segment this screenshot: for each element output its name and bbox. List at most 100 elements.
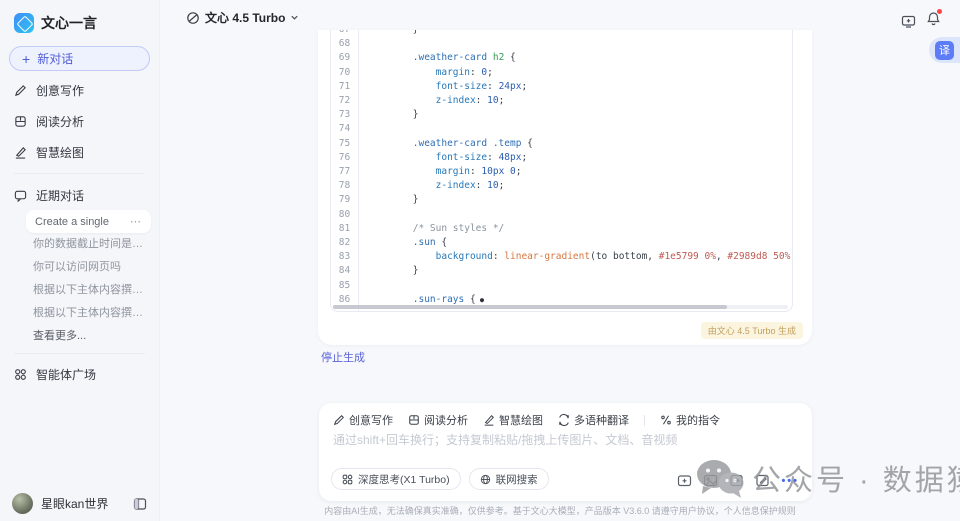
brush-icon xyxy=(484,414,495,426)
globe-icon xyxy=(480,474,490,484)
folder-plus-icon xyxy=(678,475,692,487)
more-options-icon[interactable]: ⋯ xyxy=(130,215,142,228)
collapse-sidebar-icon[interactable] xyxy=(133,497,147,511)
tab-creative-writing[interactable]: 创意写作 xyxy=(333,412,393,428)
upload-file-button[interactable] xyxy=(677,473,692,488)
composer-toolbar: 创意写作 阅读分析 智慧绘图 多语种翻译 我的指令 xyxy=(333,412,720,428)
code-line: 83 background: linear-gradient(to bottom… xyxy=(338,251,792,263)
sidebar-item-agent-plaza[interactable]: 智能体广场 xyxy=(0,359,159,390)
sidebar-item-creative-writing[interactable]: 创意写作 xyxy=(0,75,159,106)
document-icon xyxy=(409,415,419,425)
image-icon xyxy=(704,474,718,487)
stop-generating-button[interactable]: 停止生成 xyxy=(321,349,365,365)
sidebar-item-label: 创意写作 xyxy=(36,84,85,98)
model-icon xyxy=(187,11,199,24)
tab-smart-drawing[interactable]: 智慧绘图 xyxy=(483,412,543,428)
topbar-icons xyxy=(901,9,942,31)
code-line: 72 z-index: 10; xyxy=(338,95,505,107)
code-line: 76 font-size: 48px; xyxy=(338,151,528,163)
recent-conversations-header: 近期对话 xyxy=(0,179,159,208)
horizontal-scrollbar-thumb[interactable] xyxy=(333,305,727,309)
code-line: 71 font-size: 24px; xyxy=(338,80,528,92)
conversation-list: 你的数据截止时间是什么时候你可以访问网页吗根据以下主体内容撰写一篇...根据以下… xyxy=(0,233,159,325)
notification-dot xyxy=(937,9,942,14)
wenxin-logo-icon xyxy=(14,13,34,33)
view-more-link[interactable]: 查看更多... xyxy=(0,325,159,348)
composer: 创意写作 阅读分析 智慧绘图 多语种翻译 我的指令 通过shift+回车换行；支… xyxy=(319,403,812,501)
pen-icon xyxy=(14,85,26,97)
conversation-item[interactable]: 你的数据截止时间是什么时候 xyxy=(0,233,159,256)
tab-multilingual-translate[interactable]: 多语种翻译 xyxy=(558,412,629,428)
new-chat-button[interactable]: + 新对话 xyxy=(9,46,150,71)
code-line: 78 z-index: 10; xyxy=(338,180,505,192)
translate-icon: 译 xyxy=(935,40,954,60)
conversation-item-active[interactable]: Create a single ⋯ xyxy=(26,210,151,233)
pen-icon xyxy=(333,414,345,426)
code-block: 67 }68 69 .weather-card h2 { 70 margin: 0;… xyxy=(330,30,793,312)
user-name: 星眼kan世界 xyxy=(41,497,109,511)
code-line: 70 margin: 0; xyxy=(338,66,493,78)
code-line: 77 margin: 10px 0; xyxy=(338,166,522,178)
recent-header-label: 近期对话 xyxy=(36,189,85,203)
history-icon xyxy=(730,474,744,487)
divider xyxy=(14,173,145,174)
model-selector[interactable]: 文心 4.5 Turbo xyxy=(186,9,299,26)
code-line: 85 xyxy=(338,279,351,291)
brand-name: 文心一言 xyxy=(41,15,97,31)
gutter-divider xyxy=(358,30,359,311)
user-profile[interactable]: 星眼kan世界 xyxy=(0,493,159,514)
code-line: 82 .sun { xyxy=(338,237,448,249)
translate-icon xyxy=(559,414,569,426)
code-line: 69 .weather-card h2 { xyxy=(338,52,516,64)
code-line: 75 .weather-card .temp { xyxy=(338,137,533,149)
plus-icon: + xyxy=(22,50,31,67)
conversation-item[interactable]: 根据以下主体内容撰写一篇... xyxy=(0,279,159,302)
assistant-message-card: 67 }68 69 .weather-card h2 { 70 margin: 0;… xyxy=(318,30,812,345)
sidebar-item-label: 智慧绘图 xyxy=(36,146,85,160)
sidebar-item-reading-analysis[interactable]: 阅读分析 xyxy=(0,106,159,137)
avatar xyxy=(12,493,33,514)
code-line: 81 /* Sun styles */ xyxy=(338,222,505,234)
command-icon xyxy=(661,415,671,425)
conversation-title: Create a single xyxy=(35,215,109,228)
history-button[interactable] xyxy=(729,473,744,488)
brush-icon xyxy=(15,147,26,159)
web-search-toggle[interactable]: 联网搜索 xyxy=(468,468,549,490)
sidebar-item-label: 阅读分析 xyxy=(36,115,85,129)
divider xyxy=(14,353,145,354)
grid-icon xyxy=(15,369,26,380)
composer-actions: ••• xyxy=(677,473,799,488)
message-input[interactable] xyxy=(333,433,793,447)
new-chat-label: 新对话 xyxy=(37,52,74,66)
brand: 文心一言 xyxy=(0,0,159,33)
deep-think-icon xyxy=(342,474,353,484)
tab-my-commands[interactable]: 我的指令 xyxy=(660,412,720,428)
translate-widget[interactable]: 译 xyxy=(929,37,960,63)
edit-square-icon xyxy=(756,474,770,487)
sidebar-item-smart-drawing[interactable]: 智慧绘图 xyxy=(0,137,159,168)
model-name: 文心 4.5 Turbo xyxy=(205,11,286,25)
generated-by-badge: 由文心 4.5 Turbo 生成 xyxy=(700,322,803,339)
send-button-loading[interactable]: ••• xyxy=(781,475,799,487)
expand-editor-button[interactable] xyxy=(755,473,770,488)
desktop-app-icon[interactable] xyxy=(901,14,916,29)
conversation-item[interactable]: 根据以下主体内容撰写一篇... xyxy=(0,302,159,325)
code-line: 79 } xyxy=(338,194,419,206)
mode-pills: 深度思考(X1 Turbo) 联网搜索 xyxy=(331,468,549,490)
notifications-button[interactable] xyxy=(926,9,942,31)
upload-image-button[interactable] xyxy=(703,473,718,488)
conversation-item[interactable]: 你可以访问网页吗 xyxy=(0,256,159,279)
code-line: 67 } xyxy=(331,30,792,37)
code-line: 68 xyxy=(338,38,351,50)
chat-bubble-icon xyxy=(14,190,27,202)
sidebar: 文心一言 + 新对话 创意写作 阅读分析 智慧绘图 近期对话 Create a … xyxy=(0,0,160,521)
code-lines: 67 }68 69 .weather-card h2 { 70 margin: 0;… xyxy=(331,30,792,307)
code-line: 84 } xyxy=(338,265,419,277)
tab-reading-analysis[interactable]: 阅读分析 xyxy=(408,412,468,428)
code-line: 73 } xyxy=(338,109,419,121)
deep-think-toggle[interactable]: 深度思考(X1 Turbo) xyxy=(331,468,461,490)
chevron-down-icon xyxy=(291,15,299,20)
divider xyxy=(644,414,645,426)
disclaimer-text: 内容由AI生成，无法确保真实准确，仅供参考。基于文心大模型，产品版本 V3.6.… xyxy=(324,506,796,516)
document-icon xyxy=(15,116,26,127)
